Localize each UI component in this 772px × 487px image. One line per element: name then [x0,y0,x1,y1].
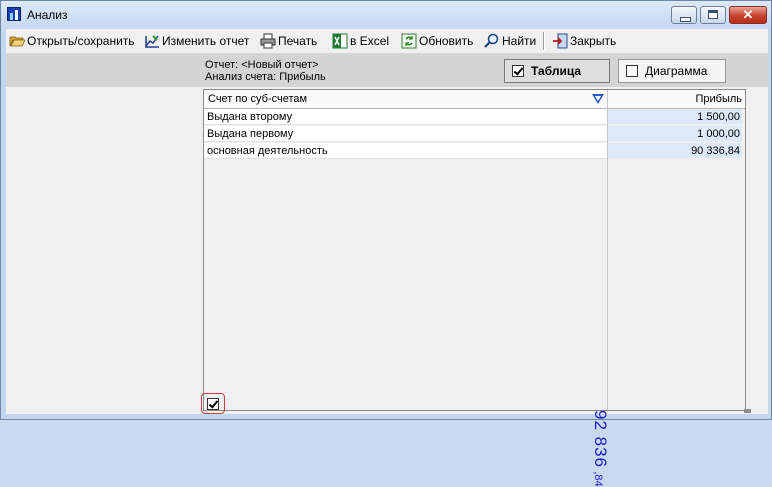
chart-checkbox[interactable] [626,65,638,77]
analysis-window: Анализ ✕ Открыть/сохранить Изменить отче… [0,0,772,487]
filter-icon[interactable] [592,94,604,104]
close-icon: ✕ [742,7,754,22]
toolbar: Открыть/сохранить Изменить отчет Печать … [6,29,768,54]
column-header-profit[interactable]: Прибыль [608,90,742,108]
close-report-label: Закрыть [570,34,617,48]
refresh-label: Обновить [419,34,474,48]
window-title: Анализ [27,8,68,22]
close-report-button[interactable]: Закрыть [552,31,616,51]
find-button[interactable]: Найти [484,31,536,51]
refresh-icon [401,33,417,49]
profit-total: 92 836 ,84 [591,326,637,487]
export-excel-button[interactable]: в Excel [332,31,389,51]
app-chart-icon [7,7,21,21]
title-bar[interactable]: Анализ ✕ [1,1,771,29]
table-view-toggle[interactable]: Таблица [504,59,610,83]
total-fraction: ,84 [592,471,604,487]
analysis-account: Анализ счета: Прибыль [205,71,326,83]
scroll-corner [744,409,751,413]
row-account-name: основная деятельность [204,143,607,159]
table-row[interactable]: основная деятельность 90 336,84 [204,143,745,160]
column-header-account[interactable]: Счет по суб-счетам [208,90,588,108]
edit-report-label: Изменить отчет [162,34,250,48]
content-area: Счет по суб-счетам Прибыль Выдана втором… [6,87,768,487]
print-label: Печать [278,34,318,48]
excel-icon [332,33,348,49]
total-integer: 92 836 [591,410,610,468]
table-toggle-label: Таблица [531,64,582,78]
magnifier-icon [484,33,499,48]
printer-icon [260,33,276,49]
toolbar-separator [543,32,545,50]
print-button[interactable]: Печать [260,31,317,51]
refresh-button[interactable]: Обновить [401,31,473,51]
report-grid[interactable]: Счет по суб-счетам Прибыль Выдана втором… [203,89,746,487]
find-label: Найти [502,34,537,48]
open-save-label: Открыть/сохранить [27,34,135,48]
open-save-button[interactable]: Открыть/сохранить [9,31,135,51]
table-row[interactable]: Выдана второму 1 500,00 [204,109,745,126]
bottom-checkbox[interactable] [207,398,219,410]
profit-total-text: 92 836 ,84 [590,410,610,487]
row-profit-value: 1 000,00 [608,126,742,142]
maximize-button[interactable] [700,6,726,24]
chart-view-toggle[interactable]: Диаграмма [618,59,726,83]
highlighted-checkbox-frame [201,393,225,414]
close-window-button[interactable]: ✕ [729,6,767,24]
grid-header: Счет по суб-счетам Прибыль [204,90,745,109]
row-account-name: Выдана второму [204,109,607,125]
export-excel-label: в Excel [350,34,390,48]
chart-toggle-label: Диаграмма [645,64,708,78]
table-checkbox[interactable] [512,65,524,77]
row-profit-value: 90 336,84 [608,143,742,159]
exit-icon [553,33,568,49]
edit-report-button[interactable]: Изменить отчет [144,31,249,51]
table-row[interactable]: Выдана первому 1 000,00 [204,126,745,143]
row-profit-value: 1 500,00 [608,109,742,125]
minimize-icon [680,17,691,22]
maximize-icon [708,10,718,19]
report-name: Отчет: <Новый отчет> [205,59,319,71]
minimize-button[interactable] [671,6,697,24]
folder-open-icon [9,36,25,47]
edit-report-icon [145,35,159,48]
row-account-name: Выдана первому [204,126,607,142]
